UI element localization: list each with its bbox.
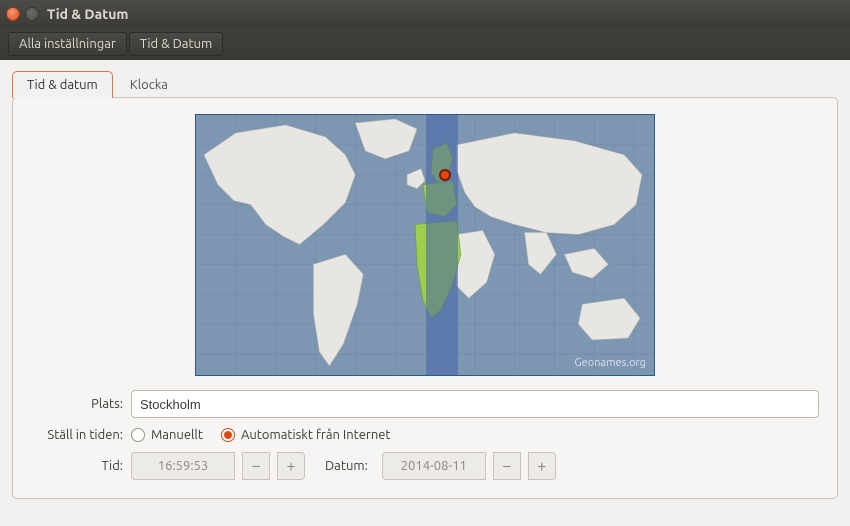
date-readout: 2014-08-11	[382, 452, 486, 480]
set-time-row: Ställ in tiden: Manuellt Automatiskt frå…	[31, 428, 819, 442]
radio-automatic-label: Automatiskt från Internet	[241, 428, 391, 442]
content-area: Tid & datum Klocka	[0, 60, 850, 509]
tab-panel: Geonames.org Plats: Ställ in tiden: Manu…	[12, 97, 838, 499]
window-title: Tid & Datum	[47, 6, 128, 22]
radio-icon	[131, 428, 145, 442]
map-attribution: Geonames.org	[574, 357, 646, 369]
location-label: Plats:	[31, 397, 131, 411]
timezone-map[interactable]: Geonames.org	[195, 114, 655, 376]
time-date-controls: 16:59:53 − + Datum: 2014-08-11 − +	[131, 452, 556, 480]
radio-manual-label: Manuellt	[151, 428, 203, 442]
radio-manual[interactable]: Manuellt	[131, 428, 203, 442]
tab-time-date[interactable]: Tid & datum	[12, 71, 113, 98]
map-container: Geonames.org	[31, 114, 819, 376]
location-row: Plats:	[31, 390, 819, 418]
time-increment-button[interactable]: +	[277, 452, 305, 480]
close-icon[interactable]	[6, 7, 20, 21]
window-buttons	[6, 7, 39, 21]
location-input[interactable]	[131, 390, 819, 418]
location-marker-icon	[439, 169, 451, 181]
set-time-radio-group: Manuellt Automatiskt från Internet	[131, 428, 391, 442]
toolbar: Alla inställningar Tid & Datum	[0, 28, 850, 60]
time-decrement-button[interactable]: −	[242, 452, 270, 480]
radio-icon	[221, 428, 235, 442]
time-readout: 16:59:53	[131, 452, 235, 480]
timezone-highlight	[426, 115, 458, 375]
time-date-row: Tid: 16:59:53 − + Datum: 2014-08-11 − +	[31, 452, 819, 480]
tab-bar: Tid & datum Klocka	[12, 71, 838, 98]
breadcrumb-time-date[interactable]: Tid & Datum	[129, 32, 223, 56]
tab-clock[interactable]: Klocka	[115, 71, 183, 98]
date-decrement-button[interactable]: −	[493, 452, 521, 480]
date-increment-button[interactable]: +	[528, 452, 556, 480]
radio-automatic[interactable]: Automatiskt från Internet	[221, 428, 391, 442]
set-time-label: Ställ in tiden:	[31, 428, 131, 442]
minimize-icon[interactable]	[25, 7, 39, 21]
all-settings-button[interactable]: Alla inställningar	[8, 32, 127, 56]
date-label: Datum:	[325, 459, 368, 473]
time-label: Tid:	[31, 459, 131, 473]
world-map-svg	[196, 115, 654, 376]
titlebar: Tid & Datum	[0, 0, 850, 28]
